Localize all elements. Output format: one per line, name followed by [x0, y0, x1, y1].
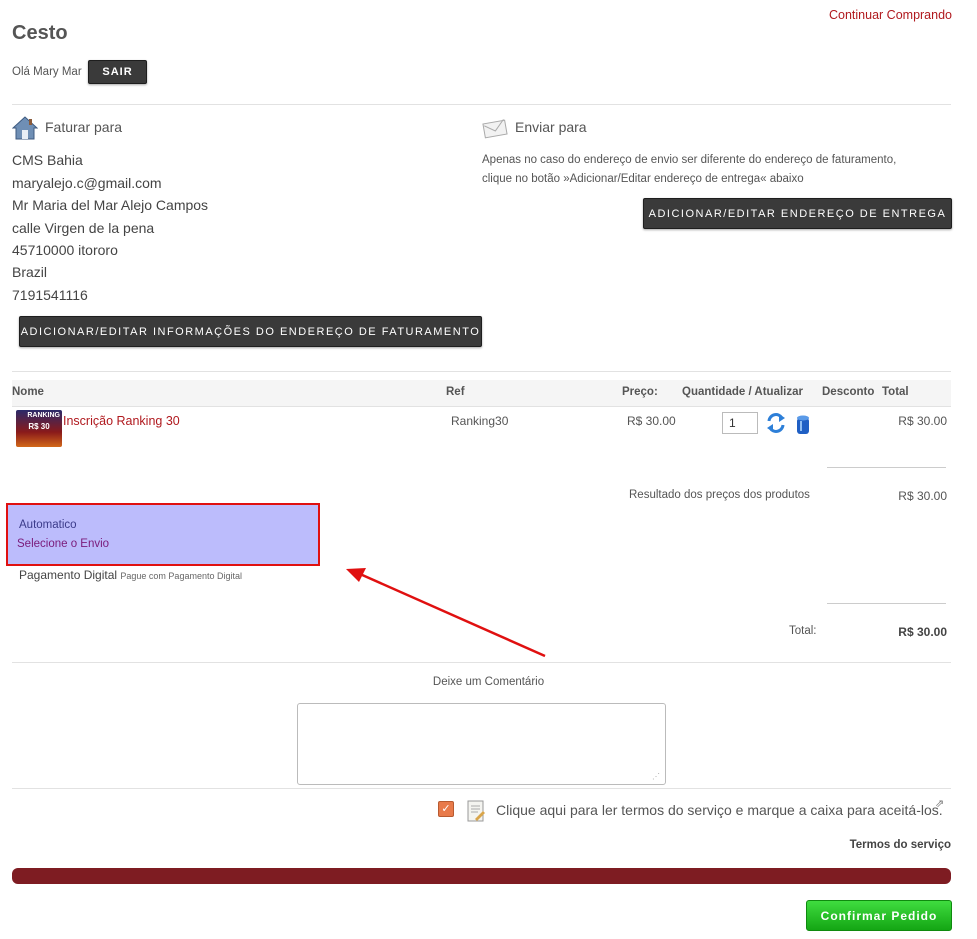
divider — [12, 788, 951, 789]
annotation-arrow — [346, 568, 546, 658]
divider — [12, 662, 951, 663]
terms-title: Termos do serviço — [849, 839, 951, 851]
external-link-icon[interactable]: ⇗ — [935, 797, 944, 810]
document-icon — [465, 799, 487, 823]
progress-bar — [12, 868, 951, 884]
comment-label: Deixe um Comentário — [432, 676, 545, 688]
confirm-order-button[interactable]: Confirmar Pedido — [806, 900, 952, 931]
terms-checkbox[interactable]: ✓ — [438, 801, 454, 817]
divider — [827, 603, 946, 604]
comment-textarea[interactable] — [297, 703, 666, 785]
total-value: R$ 30.00 — [898, 625, 947, 639]
total-label: Total: — [789, 625, 817, 637]
terms-link[interactable]: Clique aqui para ler termos do serviço e… — [496, 802, 943, 818]
resize-grip-icon[interactable]: ⋰ — [652, 772, 660, 781]
